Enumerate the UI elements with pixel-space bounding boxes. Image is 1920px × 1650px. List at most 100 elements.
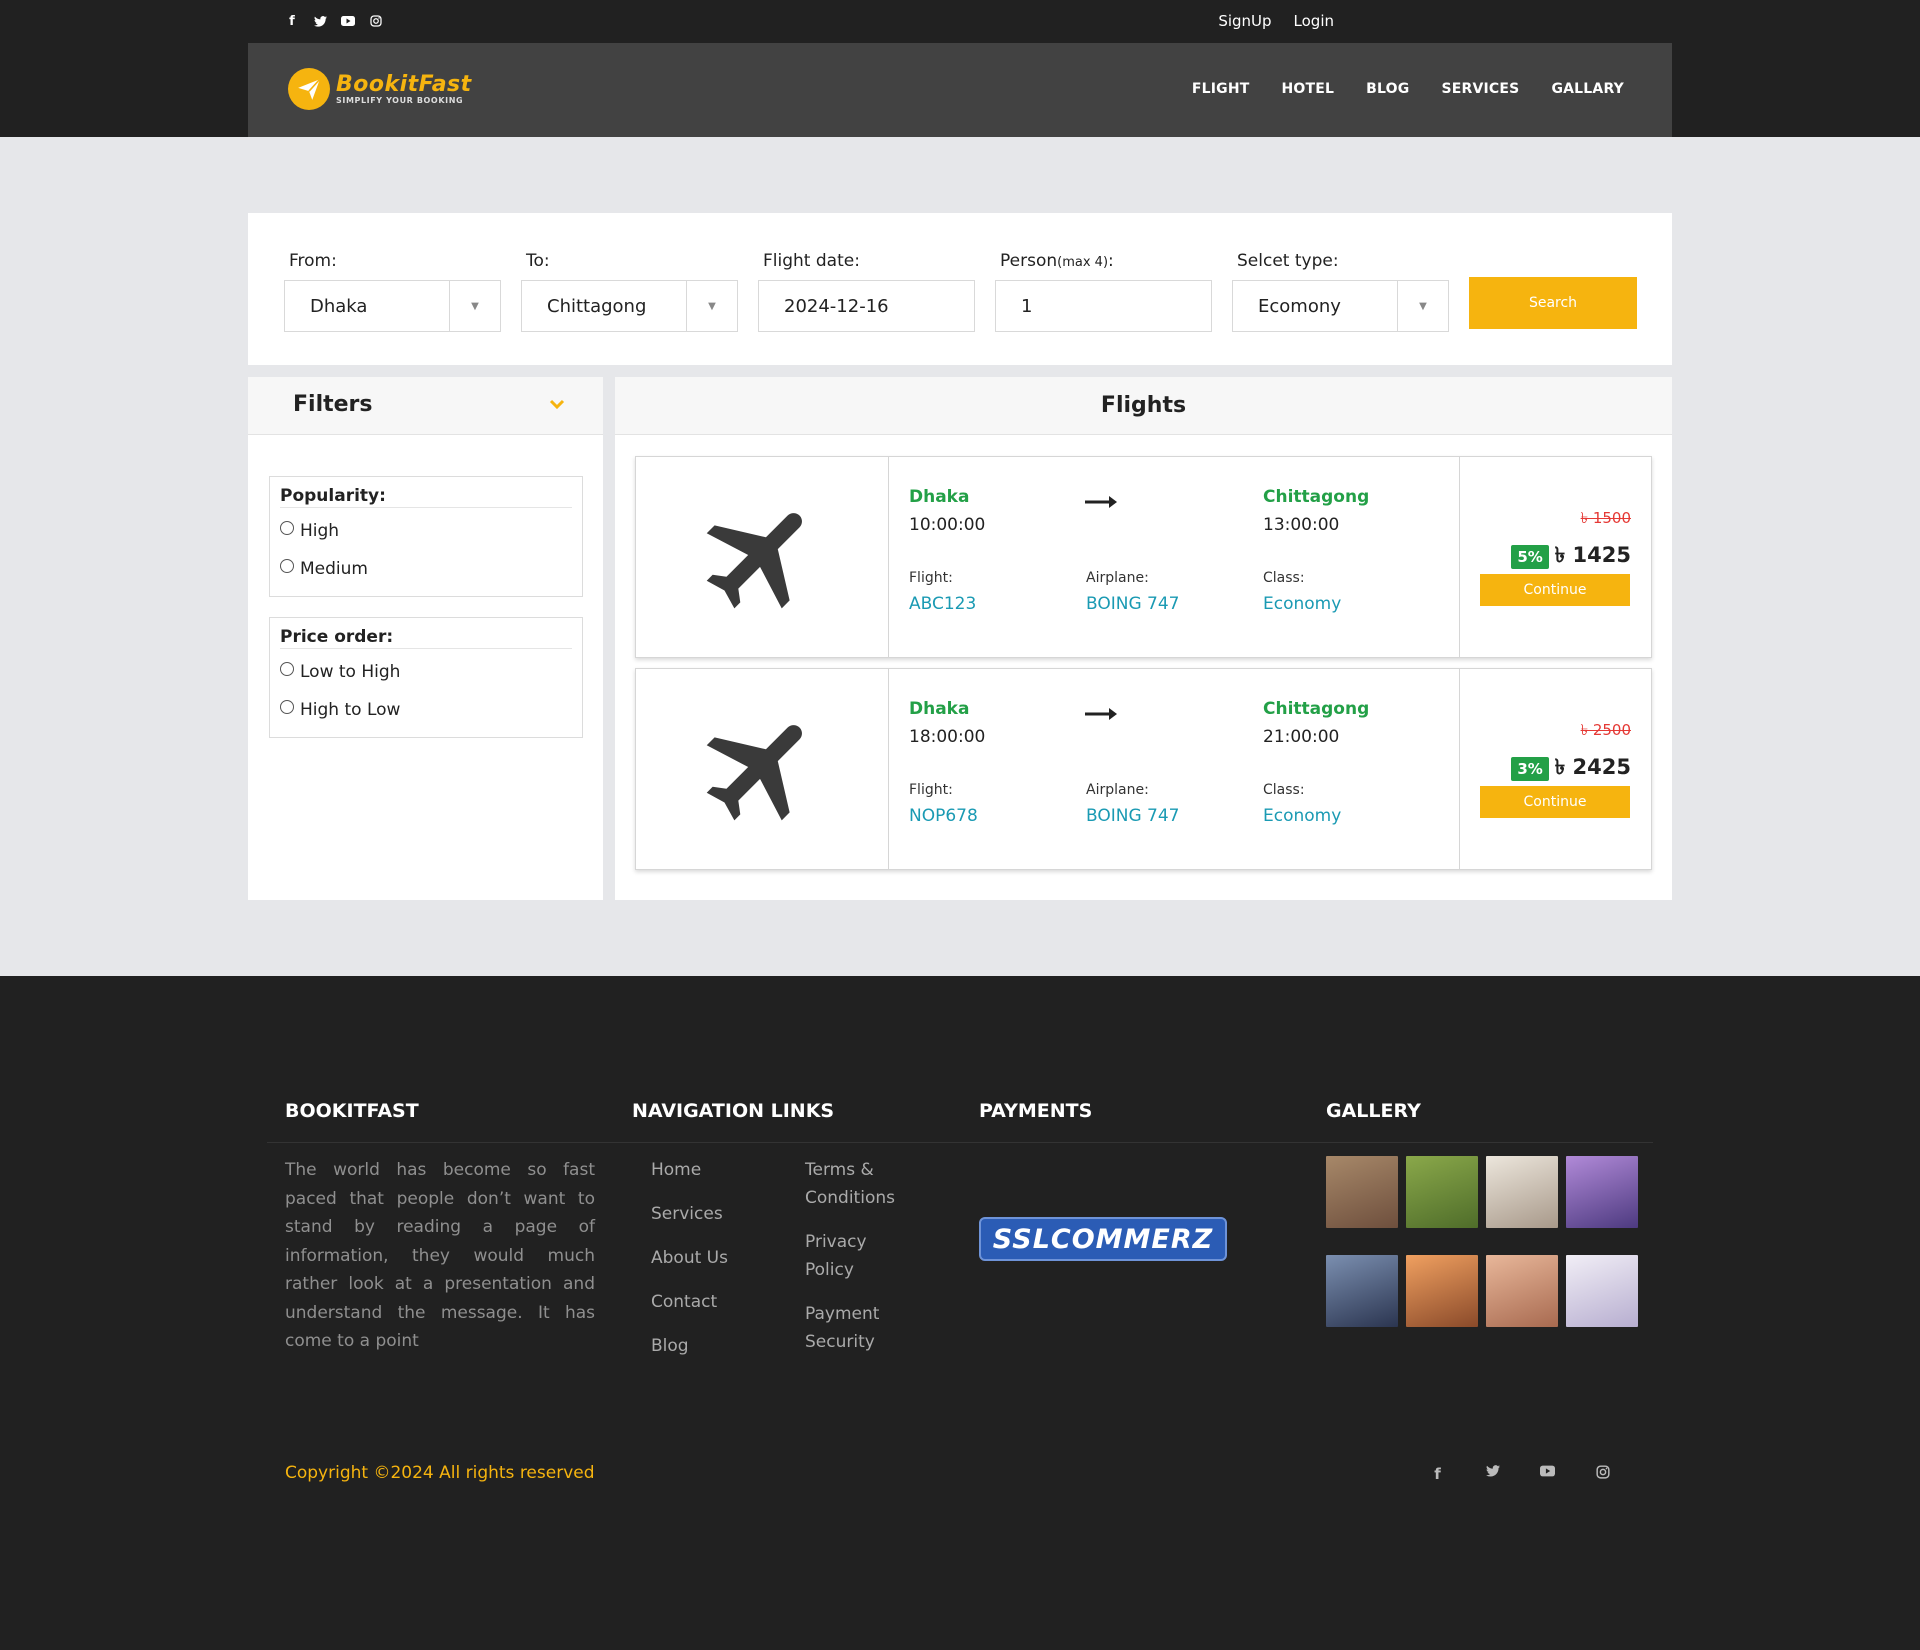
gallery-image[interactable]: [1406, 1255, 1478, 1327]
radio-button[interactable]: [280, 700, 294, 714]
person-value: 1: [1021, 295, 1033, 317]
brand-name: BookitFast: [336, 71, 472, 97]
discount-badge: 3%: [1511, 756, 1549, 781]
from-label: From:: [289, 251, 337, 271]
type-field: Selcet type: Ecomony ▼: [1232, 251, 1449, 332]
departure-time: 18:00:00: [909, 727, 986, 747]
continue-button[interactable]: Continue: [1480, 786, 1630, 818]
price-low-high-option[interactable]: Low to High: [280, 653, 572, 691]
twitter-icon[interactable]: [1485, 1465, 1500, 1483]
footer-link-contact[interactable]: Contact: [651, 1288, 728, 1316]
filters-header[interactable]: Filters: [248, 377, 603, 435]
radio-button[interactable]: [280, 559, 294, 573]
person-input[interactable]: 1: [995, 280, 1212, 332]
type-select[interactable]: Ecomony ▼: [1232, 280, 1449, 332]
arrival-time: 21:00:00: [1263, 727, 1340, 747]
flight-number: NOP678: [909, 806, 978, 826]
footer-link-privacy[interactable]: Privacy Policy: [805, 1228, 915, 1284]
caret-down-icon: ▼: [686, 281, 737, 331]
auth-links: SignUp Login: [1218, 12, 1334, 30]
footer-divider: [267, 1142, 1653, 1143]
instagram-icon[interactable]: [1595, 1465, 1610, 1483]
current-price: ৳ 1425: [1554, 543, 1631, 567]
chevron-down-icon[interactable]: [549, 394, 565, 413]
signup-link[interactable]: SignUp: [1218, 12, 1271, 30]
departure-time: 10:00:00: [909, 515, 986, 535]
brand-tagline: SIMPLIFY YOUR BOOKING: [336, 95, 464, 105]
arrow-right-icon: [1085, 487, 1119, 517]
gallery-image[interactable]: [1486, 1156, 1558, 1228]
destination-city: Chittagong: [1263, 487, 1370, 507]
flight-info: Dhaka 18:00:00 Chittagong 21:00:00 Fligh…: [889, 669, 1460, 869]
login-link[interactable]: Login: [1294, 12, 1334, 30]
class-value: Economy: [1263, 594, 1342, 614]
nav-links: FLIGHT HOTEL BLOG SERVICES GALLARY: [1192, 81, 1624, 97]
gallery-image[interactable]: [1566, 1156, 1638, 1228]
airplane-label: Airplane:: [1086, 782, 1149, 798]
date-value: 2024-12-16: [784, 295, 889, 317]
gallery-image[interactable]: [1406, 1156, 1478, 1228]
gallery-image[interactable]: [1566, 1255, 1638, 1327]
copyright-text: Copyright ©2024 All rights reserved: [285, 1463, 595, 1483]
continue-button[interactable]: Continue: [1480, 574, 1630, 606]
type-label: Selcet type:: [1237, 251, 1339, 271]
footer-link-blog[interactable]: Blog: [651, 1332, 728, 1360]
topbar-social-links: f: [284, 13, 384, 29]
popularity-high-option[interactable]: High: [280, 512, 572, 550]
flight-search-panel: From: Dhaka ▼ To: Chittagong ▼ Flight da…: [248, 213, 1672, 365]
youtube-icon[interactable]: [1540, 1465, 1555, 1483]
price-high-low-option[interactable]: High to Low: [280, 691, 572, 729]
footer-nav-links-right: Terms & Conditions Privacy Policy Paymen…: [805, 1156, 915, 1372]
footer-link-terms[interactable]: Terms & Conditions: [805, 1156, 915, 1212]
price-section: ৳ 2500 3% ৳ 2425 Continue: [1460, 669, 1651, 869]
airplane-icon: [636, 669, 889, 869]
gallery-image[interactable]: [1326, 1156, 1398, 1228]
origin-city: Dhaka: [909, 699, 970, 719]
price-order-title: Price order:: [280, 627, 572, 649]
gallery-image[interactable]: [1326, 1255, 1398, 1327]
arrival-time: 13:00:00: [1263, 515, 1340, 535]
nav-item-blog[interactable]: BLOG: [1366, 81, 1409, 97]
search-button[interactable]: Search: [1469, 277, 1637, 329]
filters-title: Filters: [293, 392, 373, 417]
footer-nav-links-left: Home Services About Us Contact Blog: [651, 1156, 728, 1376]
old-price: ৳ 1500: [1580, 509, 1631, 527]
instagram-icon[interactable]: [368, 13, 384, 29]
flight-card: Dhaka 18:00:00 Chittagong 21:00:00 Fligh…: [635, 668, 1652, 870]
footer-link-payment-security[interactable]: Payment Security: [805, 1300, 915, 1356]
flights-title: Flights: [615, 377, 1672, 435]
youtube-icon[interactable]: [340, 13, 356, 29]
popularity-filter: Popularity: High Medium: [269, 476, 583, 597]
from-select[interactable]: Dhaka ▼: [284, 280, 501, 332]
footer-link-services[interactable]: Services: [651, 1200, 728, 1228]
type-value: Ecomony: [1258, 295, 1341, 317]
to-select[interactable]: Chittagong ▼: [521, 280, 738, 332]
footer-nav-title: NAVIGATION LINKS: [632, 1100, 835, 1122]
facebook-icon[interactable]: f: [284, 13, 300, 29]
radio-button[interactable]: [280, 662, 294, 676]
date-field: Flight date: 2024-12-16: [758, 251, 975, 332]
popularity-title: Popularity:: [280, 486, 572, 508]
footer-link-about[interactable]: About Us: [651, 1244, 728, 1272]
to-label: To:: [526, 251, 550, 271]
nav-item-flight[interactable]: FLIGHT: [1192, 81, 1250, 97]
to-field: To: Chittagong ▼: [521, 251, 738, 332]
brand-logo[interactable]: BookitFast SIMPLIFY YOUR BOOKING: [288, 68, 472, 110]
arrow-right-icon: [1085, 699, 1119, 729]
footer-link-home[interactable]: Home: [651, 1156, 728, 1184]
from-field: From: Dhaka ▼: [284, 251, 501, 332]
gallery-image[interactable]: [1486, 1255, 1558, 1327]
nav-item-gallery[interactable]: GALLARY: [1551, 81, 1624, 97]
class-value: Economy: [1263, 806, 1342, 826]
price-section: ৳ 1500 5% ৳ 1425 Continue: [1460, 457, 1651, 657]
nav-item-hotel[interactable]: HOTEL: [1281, 81, 1334, 97]
popularity-medium-option[interactable]: Medium: [280, 550, 572, 588]
twitter-icon[interactable]: [312, 13, 328, 29]
flight-label: Flight:: [909, 782, 953, 798]
radio-button[interactable]: [280, 521, 294, 535]
nav-item-services[interactable]: SERVICES: [1441, 81, 1519, 97]
footer-gallery: [1326, 1156, 1638, 1327]
facebook-icon[interactable]: f: [1430, 1465, 1445, 1483]
airplane-label: Airplane:: [1086, 570, 1149, 586]
date-input[interactable]: 2024-12-16: [758, 280, 975, 332]
